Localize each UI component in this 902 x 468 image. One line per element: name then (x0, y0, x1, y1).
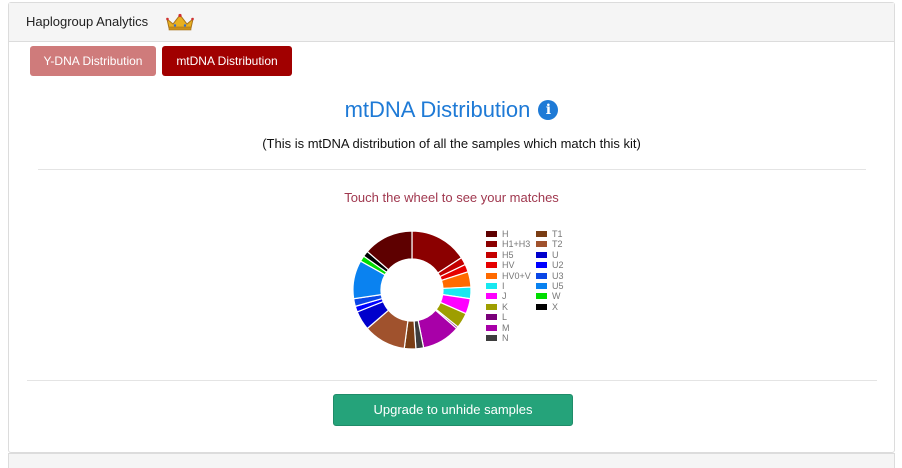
legend-label: H (502, 229, 509, 239)
legend-swatch (486, 293, 497, 300)
legend-label: T2 (552, 239, 563, 250)
legend-label: X (552, 301, 559, 312)
doughnut-chart[interactable] (347, 229, 477, 351)
legend-swatch (486, 314, 497, 321)
legend-swatch (536, 272, 547, 279)
legend-swatch (486, 335, 497, 341)
upgrade-button[interactable]: Upgrade to unhide samples (333, 394, 573, 426)
section-heading: mtDNA Distribution i (9, 96, 894, 123)
crown-icon (166, 13, 194, 31)
page-subtitle: (This is mtDNA distribution of all the s… (262, 136, 641, 151)
legend-swatch (536, 241, 547, 248)
page-title: mtDNA Distribution (344, 97, 531, 123)
legend-swatch (486, 241, 497, 248)
next-panel-edge (8, 453, 895, 468)
panel-header: Haplogroup Analytics (9, 3, 894, 42)
legend-label: W (552, 291, 561, 302)
legend-label: U2 (552, 260, 564, 271)
tab-ydna-distribution[interactable]: Y-DNA Distribution (30, 46, 156, 76)
legend-label: HV0+V (502, 270, 531, 281)
legend-swatch (486, 283, 497, 289)
legend-label: H1+H3 (502, 239, 531, 250)
legend-swatch (486, 231, 497, 237)
legend-label: I (502, 281, 505, 291)
touch-prompt: Touch the wheel to see your matches (344, 190, 559, 205)
legend-label: U (552, 249, 559, 260)
legend-label: M (502, 322, 510, 333)
legend-swatch (486, 324, 497, 331)
divider (38, 169, 866, 170)
legend-label: H5 (502, 249, 514, 260)
legend-label: HV (502, 260, 515, 271)
legend-label: T1 (552, 229, 563, 239)
legend-label: J (502, 291, 507, 302)
legend-swatch (536, 303, 547, 310)
legend-swatch (536, 283, 547, 289)
legend-swatch (536, 262, 547, 269)
legend-label: K (502, 301, 509, 312)
panel-title: Haplogroup Analytics (26, 14, 149, 29)
legend-label: U3 (552, 270, 564, 281)
legend-swatch (486, 262, 497, 269)
legend-swatch (536, 231, 547, 237)
legend-swatch (486, 272, 497, 279)
legend-swatch (536, 293, 547, 300)
legend-label: L (502, 312, 508, 323)
legend-swatch (486, 303, 497, 310)
legend-label: U5 (552, 281, 564, 291)
analytics-panel: Haplogroup Analytics Y-DNA Distribution … (8, 2, 895, 453)
tab-mtdna-distribution[interactable]: mtDNA Distribution (162, 46, 292, 76)
legend-swatch (536, 251, 547, 258)
legend-swatch (486, 251, 497, 258)
divider (27, 380, 877, 381)
legend-label: N (502, 333, 509, 343)
info-icon[interactable]: i (538, 100, 559, 121)
